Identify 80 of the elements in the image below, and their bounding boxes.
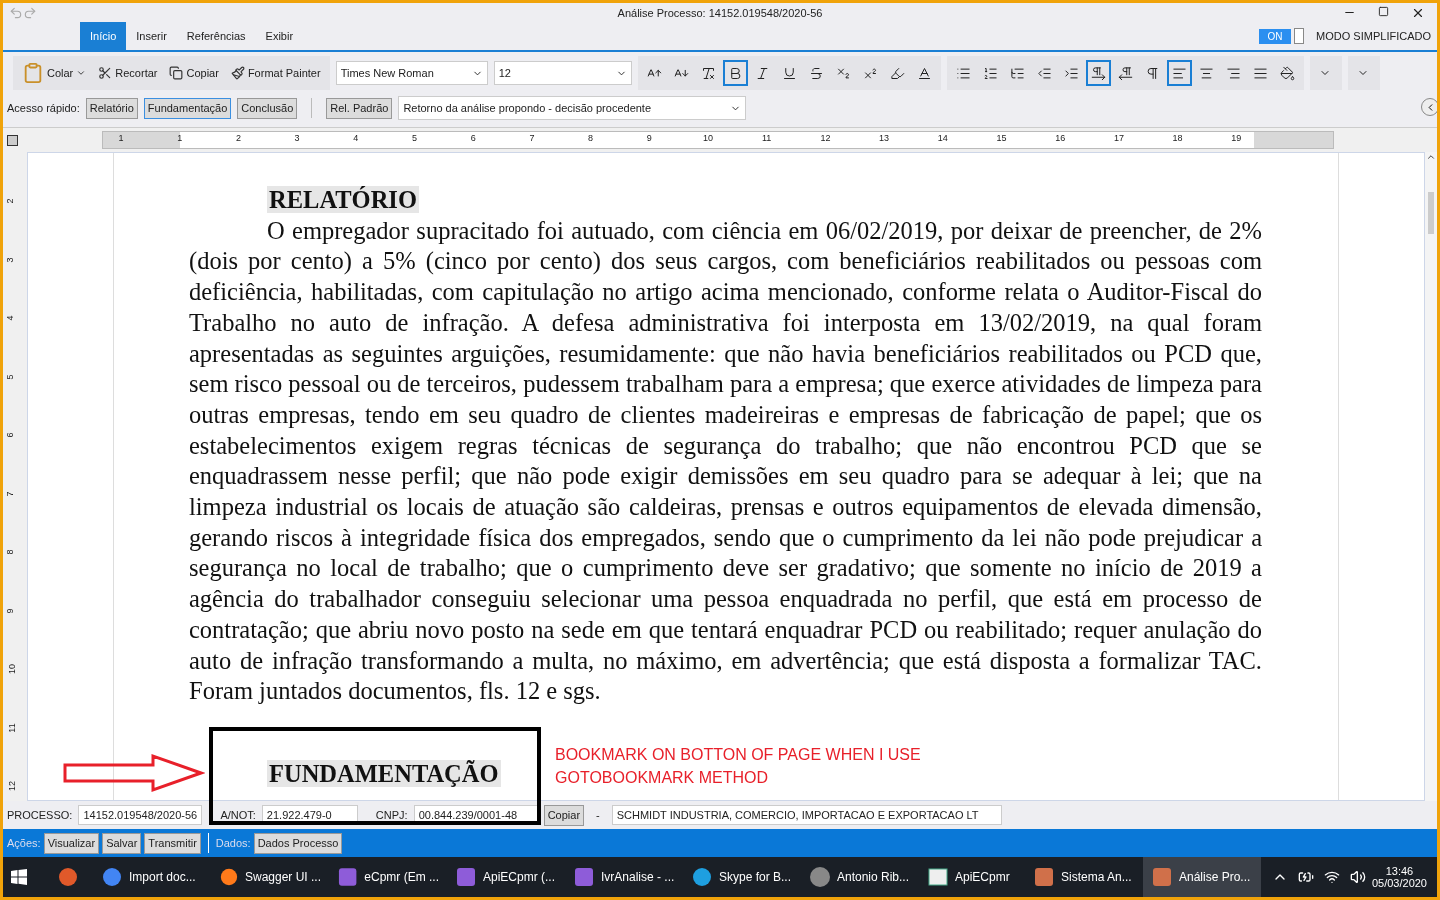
wifi-icon[interactable] (1323, 869, 1340, 885)
action-button[interactable]: Salvar (102, 832, 142, 854)
app-icon (101, 866, 123, 888)
ruler: 1 1 2 3 4 5 6 7 8 9 10 11 12 13 14 15 16 17 18 19 (102, 131, 1334, 149)
data-label: Dados: (215, 837, 251, 849)
data-button[interactable]: Dados Processo (253, 832, 343, 854)
taskbar-item[interactable]: Antonio Rib... (801, 857, 919, 897)
clipboard-button[interactable]: Format Painter (225, 60, 326, 86)
clipboard-button[interactable]: Copiar (164, 60, 224, 86)
scrollbar-thumb (1428, 192, 1434, 234)
scroll-up-icon[interactable] (1426, 152, 1436, 162)
template-select[interactable]: Retorno da análise propondo - decisão procedente (398, 96, 747, 120)
taskbar-item[interactable]: Análise Pro... (1143, 857, 1261, 897)
mode-label: MODO SIMPLIFICADO (1316, 30, 1431, 42)
field-label: A/NOT: (220, 809, 256, 821)
quick-access-button[interactable]: Fundamentação (143, 97, 232, 119)
font-size-value: 12 (498, 67, 511, 79)
template-button[interactable]: Rel. Padrão (326, 97, 393, 119)
document-heading: RELATÓRIO (267, 186, 419, 213)
app-icon (573, 866, 595, 888)
clock-date: 05/03/2020 (1371, 877, 1427, 889)
taskbar-item[interactable]: Sistema An... (1025, 857, 1143, 897)
ltr-icon[interactable] (1085, 60, 1111, 86)
action-button[interactable]: Transmitir (144, 832, 201, 854)
field-label: PROCESSO: (7, 809, 73, 821)
font-family-value: Times New Roman (340, 67, 434, 79)
app-icon (455, 866, 477, 888)
taskbar-item[interactable]: IvrAnalise - ... (565, 857, 683, 897)
field-label: CNPJ: (375, 809, 408, 821)
app-icon (691, 866, 713, 888)
font-size-select[interactable]: 12 (493, 61, 632, 85)
windows-icon (11, 869, 27, 885)
document-heading: FUNDAMENTAÇÃO (267, 759, 501, 787)
company-field[interactable]: SCHMIDT INDUSTRIA, COMERCIO, IMPORTACAO E EXPORTACAO LT (611, 805, 1002, 825)
quick-access-button[interactable]: Conclusão (237, 97, 298, 119)
field-value[interactable]: 14152.019548/2020-56 (78, 805, 203, 825)
app-icon (809, 866, 831, 888)
ribbon-tab[interactable]: Início (80, 22, 127, 50)
taskbar-item[interactable]: Import doc... (93, 857, 211, 897)
font-family-select[interactable]: Times New Roman (335, 61, 488, 85)
painter-icon (230, 66, 245, 80)
taskbar-item[interactable]: Skype for B... (683, 857, 801, 897)
volume-icon[interactable] (1349, 869, 1366, 885)
cut-icon (98, 66, 113, 80)
actions-label: Ações: (7, 837, 41, 849)
ruler-corner-icon (7, 134, 18, 146)
quick-access-button[interactable]: Relatório (85, 97, 138, 119)
collapse-button[interactable] (1421, 98, 1437, 116)
template-value: Retorno da análise propondo - decisão procedente (403, 102, 652, 114)
document-paragraph: O empregador supracitado foi autuado, com ciência em 06/02/2019, por deixar de preencher, de 2% (dois por cento) a 5% (cinco por cento) dos seus cargos, com beneficiários reabilitados ou pessoas com deficiência, habilitadas, com capitulação no artigo acima mencionado, conforme relata o Auditor-Fiscal do Trabalho no auto de infração. A defesa administrativa foi interposta em 13/02/2019, na qual foram apresentadas as seguintes arguições, resumidamente: que não havia beneficiários reabilitados ou PCD que, sem risco pessoal ou de terceiros, pudessem trabalham para a empresa; que exerce atividades de limpeza para outras empresas, tendo em seu quadro de clientes madeireiras e empresas de fabricação de papel; que os estabelecimentos exigem regras técnicas de segurança do trabalho; que não encontrou PCD que se enquadrassem nesse perfil; que não pode exigir demissões em seu quadro para se adequar à lei; que na limpeza industrial os locais de atuação são caldeiras, prensas e outros equipamentos de elevada dimensão, gerando riscos à integridade física dos empregados, sendo que o cumprimento da lei não pode prejudicar a segurança no local de trabalho; que o cumprimento deve ser gradativo; que somente no início de 2019 a agência do trabalhador conseguiu selecionar uma pessoa enquadrada no perfil, que está em processo de contratação; que abriu novo posto na sede em que tentará enquadrar PCD ou reabilitado; requer anulação do auto de infração transformando a multa, no máximo, em advertência; que está disposta a formalizar TAC. Foram juntados documentos, fls. 12 e sgs. (189, 215, 1262, 707)
bold-icon[interactable] (722, 60, 748, 86)
quick-access-label: Acesso rápido: (7, 102, 80, 114)
annotation-note: BOOKMARK ON BOTTON OF PAGE WHEN I USE GOTOBOOKMARK METHOD (555, 745, 921, 788)
separator-dash: - (596, 809, 600, 821)
taskbar-item[interactable]: Swagger UI ... (211, 857, 329, 897)
action-button[interactable]: Visualizar (43, 832, 100, 854)
caret-icon (76, 68, 87, 78)
undo-icon (9, 5, 23, 20)
window-title: Análise Processo: 14152.019548/2020-56 (617, 6, 823, 19)
clipboard-button[interactable]: Recortar (93, 60, 163, 86)
align-left-icon[interactable] (1166, 60, 1192, 86)
copy-button[interactable]: Copiar (543, 804, 585, 826)
ribbon-tab[interactable]: Exibir (255, 22, 304, 50)
maximize-icon[interactable] (1378, 5, 1389, 17)
paste-icon (22, 62, 44, 84)
copy-icon (169, 66, 184, 80)
app-icon (57, 866, 79, 888)
app-icon (337, 866, 359, 888)
taskbar-item[interactable]: eCpmr (Em ... (329, 857, 447, 897)
battery-icon[interactable] (1297, 869, 1314, 885)
taskbar-item[interactable]: ApiECpmr (919, 857, 1025, 897)
ribbon-tab[interactable]: Inserir (126, 22, 177, 50)
taskbar-item[interactable]: ApiECpmr (... (447, 857, 565, 897)
clock-time: 13:46 (1385, 865, 1414, 877)
redo-icon (23, 5, 37, 20)
ribbon-tab[interactable]: Referências (176, 22, 256, 50)
app-icon (1033, 866, 1055, 888)
clipboard-button[interactable]: Colar (17, 60, 92, 86)
app-icon (927, 866, 949, 888)
app-icon (1151, 866, 1173, 888)
